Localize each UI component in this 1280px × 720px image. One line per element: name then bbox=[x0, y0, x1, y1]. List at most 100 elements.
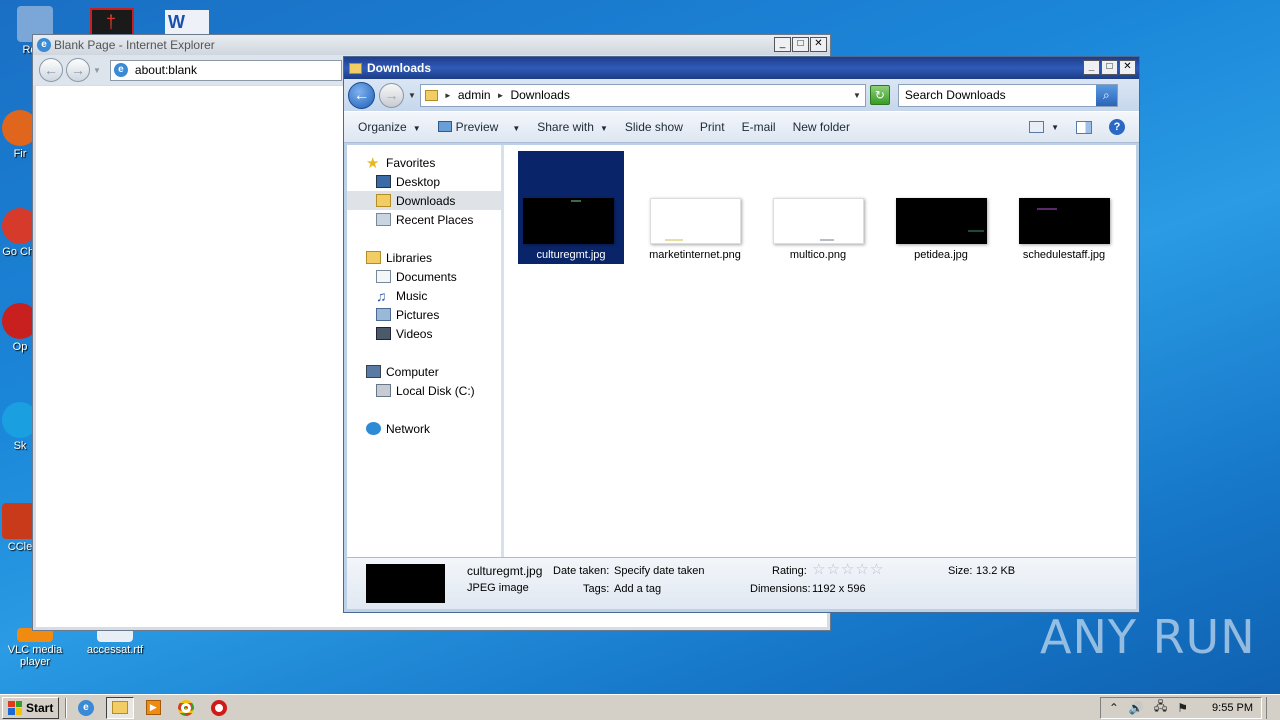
ie-history-dropdown-icon[interactable]: ▼ bbox=[93, 66, 101, 75]
word-icon: W bbox=[168, 12, 185, 32]
rating-stars[interactable]: ☆☆☆☆☆ bbox=[812, 560, 884, 578]
file-item[interactable]: culturegmt.jpg bbox=[518, 151, 624, 264]
details-dimensions-label: Dimensions: bbox=[750, 583, 811, 595]
minimize-button[interactable]: _ bbox=[774, 37, 791, 52]
start-button[interactable]: Start bbox=[2, 696, 60, 719]
nav-pictures[interactable]: Pictures bbox=[347, 305, 501, 324]
details-pane: culturegmt.jpg JPEG image Date taken: Sp… bbox=[347, 557, 1136, 609]
slide-show-button[interactable]: Slide show bbox=[625, 120, 683, 134]
videos-icon bbox=[376, 327, 391, 340]
search-placeholder: Search Downloads bbox=[904, 88, 1006, 102]
close-button[interactable]: ✕ bbox=[1119, 60, 1136, 75]
ie-forward-button[interactable]: → bbox=[66, 58, 90, 82]
nav-videos[interactable]: Videos bbox=[347, 324, 501, 343]
maximize-button[interactable]: □ bbox=[792, 37, 809, 52]
nav-downloads[interactable]: Downloads bbox=[347, 191, 501, 210]
taskbar-explorer[interactable] bbox=[106, 696, 135, 719]
organize-button[interactable]: Organize ▼ bbox=[358, 120, 421, 134]
file-thumbnail bbox=[523, 198, 614, 244]
desktop-icon-word[interactable]: W bbox=[165, 10, 209, 36]
show-hidden-icons-icon[interactable]: ⌃ bbox=[1109, 701, 1119, 715]
nav-music[interactable]: ♫ Music bbox=[347, 286, 501, 305]
preview-button[interactable]: Preview ▼ bbox=[437, 120, 521, 134]
nav-recent-places[interactable]: Recent Places bbox=[347, 210, 501, 229]
details-tags-label: Tags: bbox=[583, 583, 610, 595]
new-folder-button[interactable]: New folder bbox=[793, 120, 850, 134]
file-thumbnail bbox=[650, 198, 741, 244]
desktop-icon bbox=[376, 175, 391, 188]
file-list[interactable]: culturegmt.jpg marketinternet.png multic… bbox=[504, 145, 1136, 557]
nav-documents[interactable]: Documents bbox=[347, 267, 501, 286]
address-row: ← → ▼ ► admin ► Downloads ▼ ↻ Search Dow… bbox=[344, 79, 1139, 111]
recent-pages-dropdown-icon[interactable]: ▼ bbox=[408, 91, 416, 100]
caret-down-icon: ▼ bbox=[599, 124, 608, 133]
search-icon[interactable]: ⌕ bbox=[1095, 84, 1117, 106]
downloads-folder-icon bbox=[376, 194, 391, 207]
ie-address-bar[interactable]: e about:blank bbox=[109, 59, 342, 81]
desktop-icon-accessat[interactable]: accessat.rtf bbox=[83, 628, 147, 656]
show-desktop-button[interactable] bbox=[1266, 696, 1280, 719]
clock[interactable]: 9:55 PM bbox=[1212, 702, 1253, 714]
watermark: ANY RUN bbox=[1040, 610, 1256, 664]
nav-libraries[interactable]: Libraries bbox=[347, 248, 501, 267]
action-center-flag-icon[interactable]: ⚑ bbox=[1177, 701, 1188, 715]
search-input[interactable]: Search Downloads ⌕ bbox=[897, 83, 1118, 107]
chevron-right-icon[interactable]: ► bbox=[444, 91, 452, 100]
volume-icon[interactable]: 🔊 bbox=[1129, 701, 1144, 715]
ie-back-button[interactable]: ← bbox=[39, 58, 63, 82]
explorer-window[interactable]: Downloads _ □ ✕ ← → ▼ ► admin ► Download… bbox=[343, 56, 1140, 613]
email-button[interactable]: E-mail bbox=[742, 120, 776, 134]
chevron-right-icon[interactable]: ► bbox=[497, 91, 505, 100]
details-filename: culturegmt.jpg bbox=[467, 564, 543, 578]
nav-network[interactable]: Network bbox=[347, 419, 501, 438]
navigation-pane[interactable]: ★ Favorites Desktop Downloads Recent Pla… bbox=[347, 145, 504, 557]
recent-places-icon bbox=[376, 213, 391, 226]
taskbar-ie[interactable]: e bbox=[73, 697, 101, 719]
star-icon: ★ bbox=[366, 154, 380, 172]
explorer-titlebar[interactable]: Downloads _ □ ✕ bbox=[344, 57, 1139, 79]
nav-local-disk[interactable]: Local Disk (C:) bbox=[347, 381, 501, 400]
ie-title: Blank Page - Internet Explorer bbox=[54, 38, 215, 52]
help-icon[interactable]: ? bbox=[1109, 119, 1125, 135]
change-view-icon[interactable] bbox=[1029, 121, 1045, 133]
file-item[interactable]: petidea.jpg bbox=[888, 151, 994, 264]
taskbar-media-player[interactable]: ▶ bbox=[139, 697, 167, 719]
nav-computer[interactable]: Computer bbox=[347, 362, 501, 381]
file-thumbnail bbox=[773, 198, 864, 244]
caret-down-icon: ▼ bbox=[512, 124, 521, 133]
file-item[interactable]: marketinternet.png bbox=[642, 151, 748, 264]
refresh-button[interactable]: ↻ bbox=[869, 85, 890, 105]
breadcrumb-admin[interactable]: admin bbox=[458, 88, 491, 102]
forward-button[interactable]: → bbox=[379, 82, 404, 108]
details-size-value: 13.2 KB bbox=[976, 565, 1016, 577]
address-bar[interactable]: ► admin ► Downloads ▼ bbox=[419, 83, 866, 107]
breadcrumb-downloads[interactable]: Downloads bbox=[510, 88, 569, 102]
taskbar-chrome[interactable] bbox=[172, 697, 200, 719]
share-with-button[interactable]: Share with ▼ bbox=[537, 120, 608, 134]
view-options-dropdown-icon[interactable]: ▼ bbox=[1051, 123, 1059, 132]
details-filetype: JPEG image bbox=[467, 582, 529, 594]
computer-icon bbox=[366, 365, 381, 378]
taskbar-opera[interactable] bbox=[205, 697, 233, 719]
close-button[interactable]: ✕ bbox=[810, 37, 827, 52]
address-dropdown-icon[interactable]: ▼ bbox=[853, 91, 861, 100]
details-date-taken-value[interactable]: Specify date taken bbox=[614, 565, 705, 577]
nav-favorites[interactable]: ★ Favorites bbox=[347, 153, 501, 172]
nav-desktop[interactable]: Desktop bbox=[347, 172, 501, 191]
details-size-label: Size: bbox=[948, 565, 973, 577]
back-button[interactable]: ← bbox=[348, 81, 375, 109]
details-tags-value[interactable]: Add a tag bbox=[614, 583, 661, 595]
minimize-button[interactable]: _ bbox=[1083, 60, 1100, 75]
file-item[interactable]: schedulestaff.jpg bbox=[1011, 151, 1117, 264]
preview-pane-icon[interactable] bbox=[1076, 120, 1092, 134]
file-thumbnail bbox=[896, 198, 987, 244]
ie-titlebar[interactable]: e Blank Page - Internet Explorer _ □ ✕ bbox=[33, 35, 830, 55]
print-button[interactable]: Print bbox=[700, 120, 725, 134]
maximize-button[interactable]: □ bbox=[1101, 60, 1118, 75]
documents-icon bbox=[376, 270, 391, 283]
file-item[interactable]: multico.png bbox=[765, 151, 871, 264]
folder-icon bbox=[424, 89, 438, 101]
network-icon[interactable]: 🖧 bbox=[1154, 697, 1167, 718]
chrome-icon bbox=[178, 699, 195, 716]
desktop-icon-vlc[interactable]: VLC media player bbox=[5, 628, 65, 668]
